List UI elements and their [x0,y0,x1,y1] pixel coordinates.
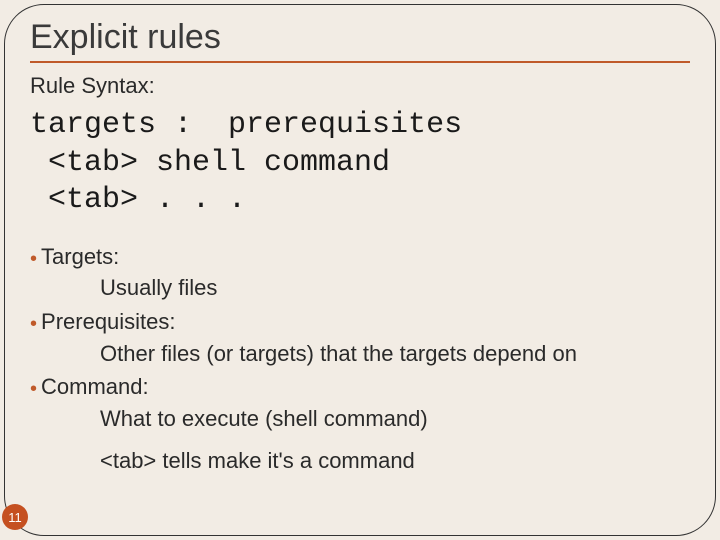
bullet-2: • Prerequisites: [30,307,690,337]
subtitle: Rule Syntax: [30,73,690,99]
bullet-3-text: What to execute (shell command) [100,404,690,434]
code-block: targets : prerequisites <tab> shell comm… [30,107,690,220]
bullet-icon: • [30,249,37,269]
bullet-3: • Command: [30,372,690,402]
bullet-2-label: Prerequisites: [41,307,176,337]
note-text: <tab> tells make it's a command [100,446,690,476]
code-line-3: <tab> . . . [30,183,246,217]
code-line-2: <tab> shell command [30,146,390,180]
page-number: 11 [8,510,22,525]
bullet-list: • Targets: Usually files • Prerequisites… [30,242,690,476]
bullet-icon: • [30,314,37,334]
code-line-1: targets : prerequisites [30,108,462,142]
bullet-2-text: Other files (or targets) that the target… [100,339,690,369]
bullet-1-text: Usually files [100,273,690,303]
bullet-1: • Targets: [30,242,690,272]
bullet-1-label: Targets: [41,242,119,272]
title-underline [30,61,690,63]
bullet-3-label: Command: [41,372,149,402]
bullet-icon: • [30,379,37,399]
page-number-badge: 11 [2,504,28,530]
slide: Explicit rules Rule Syntax: targets : pr… [0,0,720,540]
slide-title: Explicit rules [30,18,690,57]
